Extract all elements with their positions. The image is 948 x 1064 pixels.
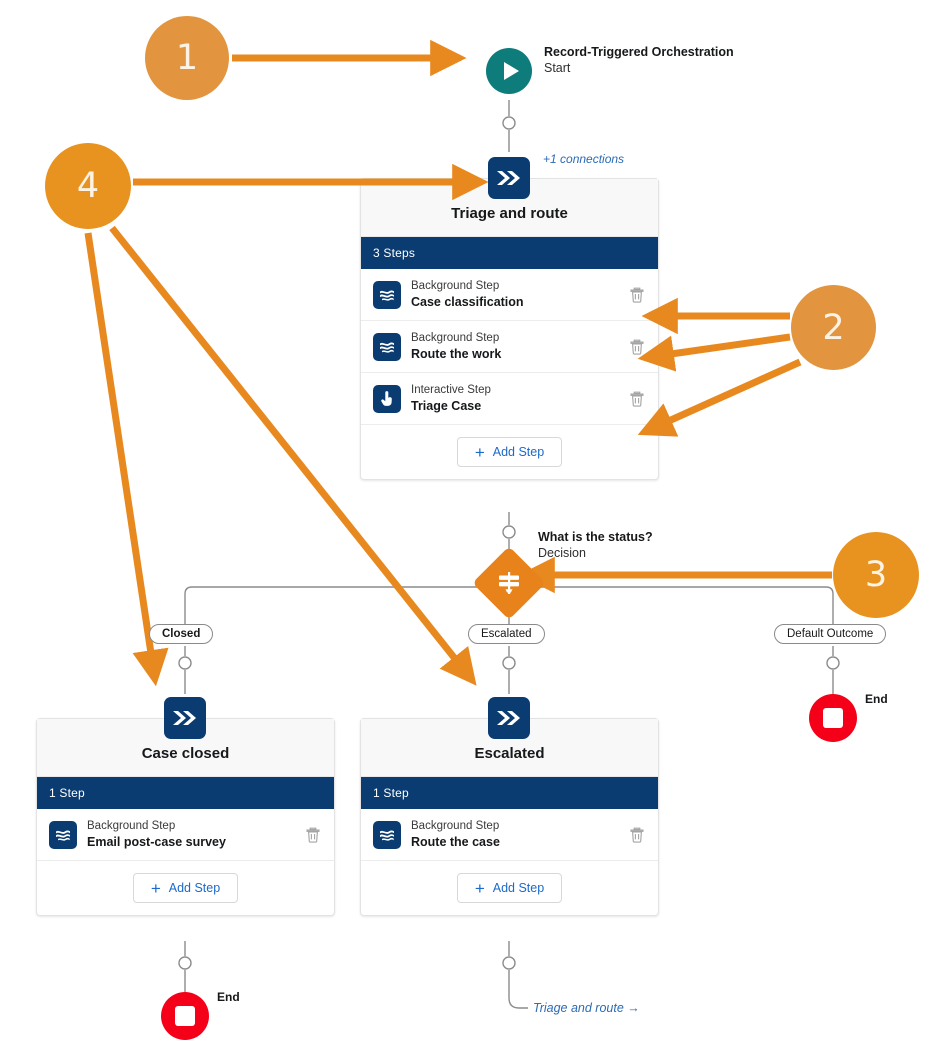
add-step-row: + Add Step [37, 861, 334, 915]
trash-icon[interactable] [628, 390, 646, 408]
double-chevron-icon [497, 711, 520, 725]
double-chevron-icon [497, 171, 520, 185]
background-step-icon [373, 820, 401, 849]
step-text: Background Step Route the case [411, 819, 618, 850]
trash-icon[interactable] [628, 286, 646, 304]
goto-triage-and-route-link[interactable]: Triage and route → [533, 1001, 640, 1015]
trash-icon[interactable] [628, 338, 646, 356]
step-kind: Background Step [87, 820, 176, 832]
step-kind: Background Step [411, 332, 500, 344]
callout-1: 1 [145, 16, 229, 100]
arrow-right-icon: → [627, 1001, 640, 1015]
background-step-icon [49, 820, 77, 849]
add-step-row: + Add Step [361, 861, 658, 915]
stage-card-triage-and-route[interactable]: Triage and route 3 Steps Background Step… [360, 178, 659, 480]
decision-label: What is the status? Decision [538, 529, 653, 561]
start-node[interactable]: Record-Triggered Orchestration Start [486, 45, 734, 94]
stage-badge-triage-and-route[interactable] [488, 157, 530, 199]
interactive-step-icon [373, 384, 401, 413]
add-step-label: Add Step [492, 881, 545, 895]
plus-icon: + [474, 878, 485, 898]
add-step-button[interactable]: + Add Step [456, 437, 563, 467]
step-row[interactable]: Background Step Email post-case survey [37, 809, 334, 861]
step-text: Background Step Route the work [411, 331, 618, 362]
plus-icon: + [150, 878, 161, 898]
end-node-label: End [865, 692, 888, 706]
stop-icon [823, 708, 843, 728]
background-step-icon [373, 280, 401, 309]
stage-badge-escalated[interactable] [488, 697, 530, 739]
step-kind: Background Step [411, 820, 500, 832]
connections-label[interactable]: +1 connections [543, 152, 624, 166]
stage-card-escalated[interactable]: Escalated 1 Step Background Step Route t… [360, 718, 659, 916]
steps-count-bar: 1 Step [361, 777, 658, 809]
callout-3: 3 [833, 532, 919, 618]
decision-signpost-icon [483, 557, 535, 609]
step-text: Interactive Step Triage Case [411, 383, 618, 414]
stage-badge-case-closed[interactable] [164, 697, 206, 739]
steps-count-bar: 3 Steps [361, 237, 658, 269]
step-name: Email post-case survey [87, 835, 226, 849]
goto-label: Triage and route [533, 1001, 624, 1015]
stage-title: Escalated [474, 745, 545, 762]
outcome-pill-default-outcome[interactable]: Default Outcome [774, 624, 887, 644]
stage-card-case-closed[interactable]: Case closed 1 Step Background Step Email… [36, 718, 335, 916]
end-node-label: End [217, 990, 240, 1004]
step-name: Route the case [411, 835, 500, 849]
step-row[interactable]: Interactive Step Triage Case [361, 373, 658, 425]
callout-4: 4 [45, 143, 131, 229]
add-step-label: Add Step [492, 445, 545, 459]
background-step-icon [373, 332, 401, 361]
decision-title: What is the status? [538, 530, 653, 544]
step-text: Background Step Case classification [411, 279, 618, 310]
step-name: Triage Case [411, 399, 482, 413]
trash-icon[interactable] [304, 826, 322, 844]
plus-icon: + [474, 442, 485, 462]
step-row[interactable]: Background Step Route the work [361, 321, 658, 373]
start-node-label: Record-Triggered Orchestration Start [544, 45, 734, 75]
step-text: Background Step Email post-case survey [87, 819, 294, 850]
stop-icon [175, 1006, 195, 1026]
decision-subtitle: Decision [538, 546, 586, 560]
add-step-row: + Add Step [361, 425, 658, 479]
callout-2: 2 [791, 285, 876, 370]
end-node-default-outcome[interactable] [809, 694, 857, 742]
add-step-label: Add Step [168, 881, 221, 895]
step-row[interactable]: Background Step Route the case [361, 809, 658, 861]
play-icon [486, 48, 532, 94]
step-kind: Interactive Step [411, 384, 491, 396]
step-name: Case classification [411, 295, 524, 309]
stage-title: Case closed [141, 745, 230, 762]
stage-title: Triage and route [451, 205, 568, 222]
add-step-button[interactable]: + Add Step [132, 873, 239, 903]
step-name: Route the work [411, 347, 502, 361]
steps-count-bar: 1 Step [37, 777, 334, 809]
double-chevron-icon [173, 711, 196, 725]
flow-canvas: Record-Triggered Orchestration Start +1 … [0, 0, 948, 1064]
end-node-case-closed[interactable] [161, 992, 209, 1040]
trash-icon[interactable] [628, 826, 646, 844]
step-row[interactable]: Background Step Case classification [361, 269, 658, 321]
outcome-pill-escalated[interactable]: Escalated [468, 624, 545, 644]
add-step-button[interactable]: + Add Step [456, 873, 563, 903]
step-kind: Background Step [411, 280, 500, 292]
outcome-pill-closed[interactable]: Closed [149, 624, 214, 644]
